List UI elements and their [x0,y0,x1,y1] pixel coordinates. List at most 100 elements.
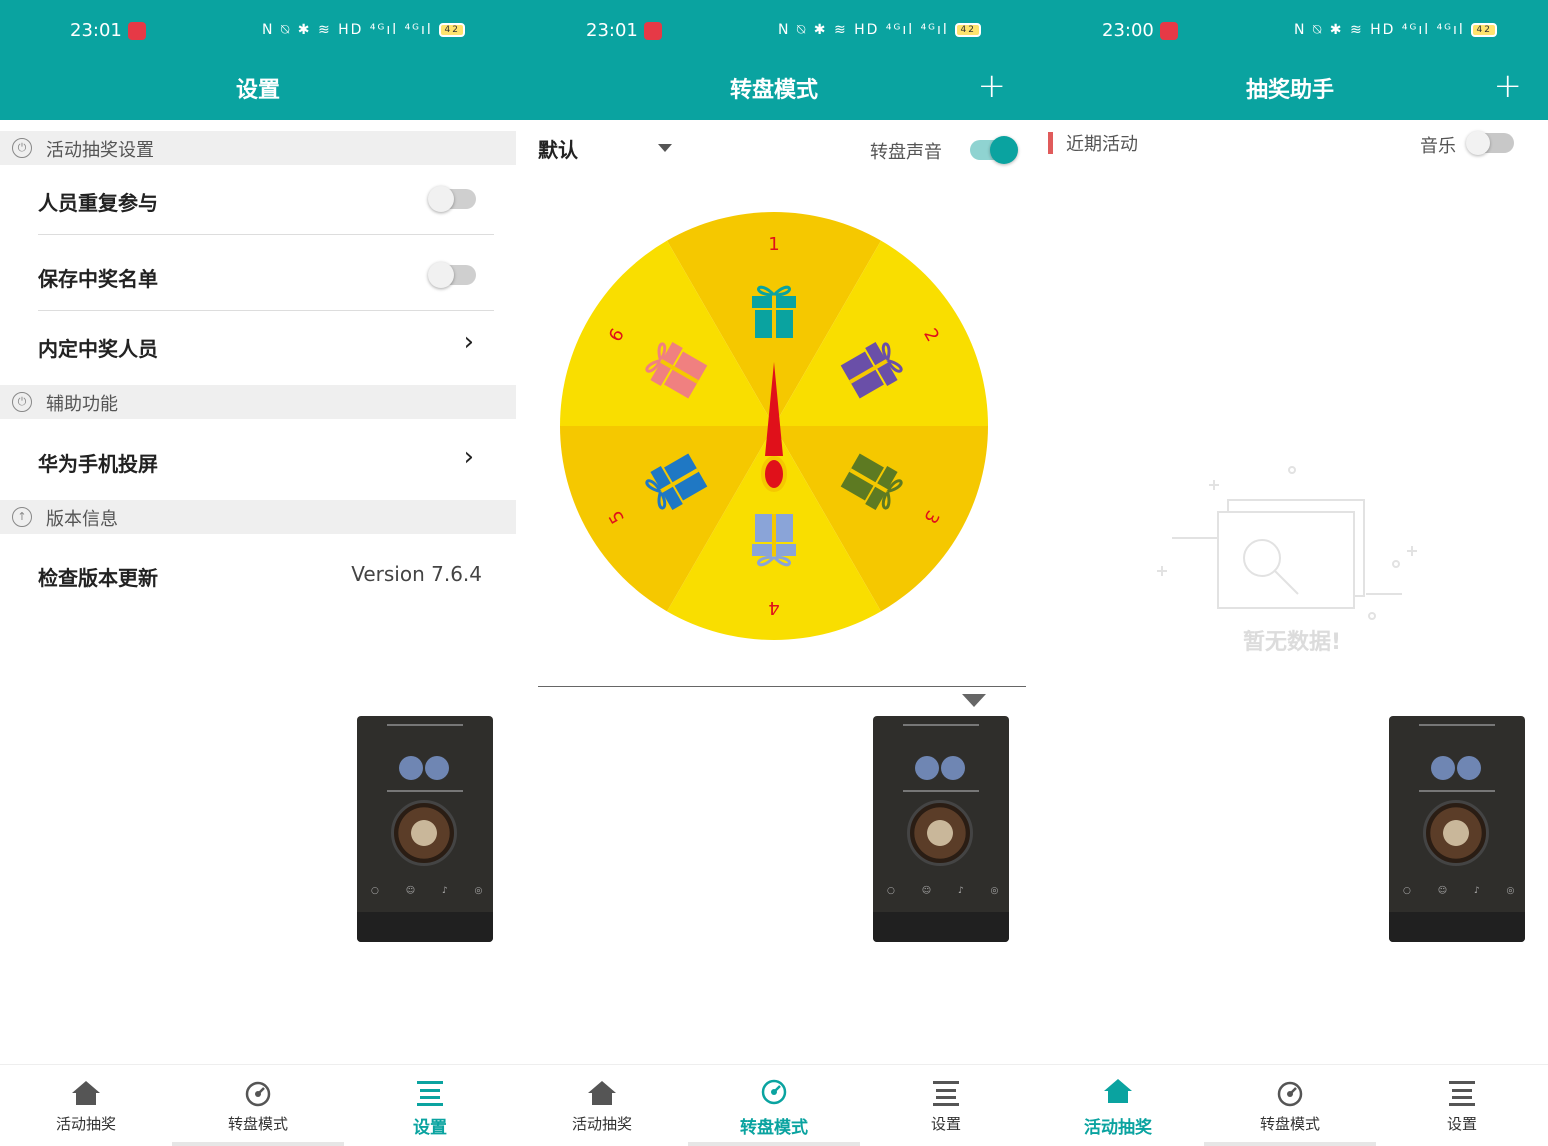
wheel-icon [1277,1081,1303,1107]
status-icons-text: N ⍉ ✱ ≋ HD ⁴ᴳıl ⁴ᴳıl [1294,22,1465,38]
gesture-bar [688,1142,860,1146]
floating-video-thumbnail[interactable]: ○ ☺ ♪ ◎ ⋮ [873,716,1009,942]
add-button[interactable]: + [1494,66,1523,106]
section-lottery-settings: ⏻ 活动抽奖设置 [0,131,516,165]
status-time: 23:01 [586,20,638,41]
music-disc-image [907,800,973,866]
dropdown-arrow-icon[interactable] [658,144,672,152]
notification-app-icon [128,22,146,40]
thumb-controls: ○ ☺ ♪ ◎ ⋮ [1403,886,1525,896]
setting-label: 保存中奖名单 [38,267,158,291]
version-text: Version 7.6.4 [351,562,482,586]
app-bar: 转盘模式 + [516,62,1032,120]
wheel-icon [761,1079,787,1105]
section-aux: ⏻ 辅助功能 [0,385,516,419]
bottom-nav: 活动抽奖 转盘模式 设置 [1032,1064,1548,1146]
status-icons: N ⍉ ✱ ≋ HD ⁴ᴳıl ⁴ᴳıl 42 [1294,22,1498,38]
add-button[interactable]: + [978,66,1007,106]
power-icon: ⏻ [12,392,32,412]
nav-home[interactable]: 活动抽奖 [542,1077,662,1134]
nav-label: 设置 [930,1115,961,1133]
thumb-avatars [915,756,967,782]
nav-label: 活动抽奖 [571,1115,632,1133]
nav-wheel[interactable]: 转盘模式 [1230,1077,1350,1134]
bottom-nav: 活动抽奖 转盘模式 设置 [0,1064,516,1146]
battery-icon: 42 [955,23,982,37]
wheel-sound-toggle[interactable] [970,136,1018,164]
toggle-knob [990,136,1018,164]
music-toggle[interactable] [1466,131,1514,155]
battery-icon: 42 [439,23,466,37]
nav-wheel[interactable]: 转盘模式 [714,1077,834,1138]
status-time: 23:01 [70,20,122,41]
nav-label: 设置 [1446,1115,1477,1133]
thumb-line [387,790,463,792]
setting-check-update[interactable]: 检查版本更新 Version 7.6.4 [38,540,494,610]
floating-video-thumbnail[interactable]: ○ ☺ ♪ ◎ ⋮ [357,716,493,942]
nav-label: 转盘模式 [227,1115,288,1133]
thumb-avatars [1431,756,1483,782]
repeat-participation-toggle[interactable] [428,186,476,212]
lottery-wheel[interactable]: 123456 [558,210,990,642]
setting-huawei-cast[interactable]: 华为手机投屏 › [38,426,494,496]
toggle-knob [428,262,454,288]
section-label: 活动抽奖设置 [46,140,154,161]
notification-app-icon [1160,22,1178,40]
wheel-screen: 23:01 N ⍉ ✱ ≋ HD ⁴ᴳıl ⁴ᴳıl 42 转盘模式 + 默认 … [516,0,1032,1146]
nav-wheel[interactable]: 转盘模式 [198,1077,318,1134]
nav-home[interactable]: 活动抽奖 [26,1077,146,1134]
bottom-nav: 活动抽奖 转盘模式 设置 [516,1064,1032,1146]
setting-save-winners: 保存中奖名单 [38,241,494,311]
nav-label: 活动抽奖 [55,1115,116,1133]
music-disc-image [1423,800,1489,866]
setting-designated-winners[interactable]: 内定中奖人员 › [38,311,494,381]
home-icon [1104,1079,1132,1103]
thumb-line [1419,790,1495,792]
floating-video-thumbnail[interactable]: ○ ☺ ♪ ◎ ⋮ [1389,716,1525,942]
status-bar: 23:00 N ⍉ ✱ ≋ HD ⁴ᴳıl ⁴ᴳıl 42 [1032,0,1548,62]
chevron-right-icon: › [463,442,474,472]
recent-label: 近期活动 [1066,134,1138,155]
nav-label: 转盘模式 [1259,1115,1320,1133]
preset-dropdown[interactable]: 默认 [538,134,578,163]
empty-state: 暂无数据! [1152,460,1432,660]
app-bar: 设置 [0,62,516,120]
segment-number: 1 [768,234,779,255]
gesture-bar [172,1142,344,1146]
nav-home[interactable]: 活动抽奖 [1058,1077,1178,1138]
status-time: 23:00 [1102,20,1154,41]
nav-label: 活动抽奖 [1084,1118,1152,1138]
status-bar: 23:01 N ⍉ ✱ ≋ HD ⁴ᴳıl ⁴ᴳıl 42 [0,0,516,62]
music-disc-image [391,800,457,866]
nav-settings[interactable]: 设置 [370,1077,490,1138]
music-label: 音乐 [1420,136,1456,157]
wheel-sound-label: 转盘声音 [870,142,942,163]
chevron-right-icon: › [463,327,474,357]
app-bar: 抽奖助手 + [1032,62,1548,120]
thumb-controls: ○ ☺ ♪ ◎ ⋮ [887,886,1009,896]
power-icon: ⏻ [12,138,32,158]
setting-repeat-participation: 人员重复参与 [38,165,494,235]
nav-label: 转盘模式 [740,1118,808,1138]
section-label: 版本信息 [46,509,118,530]
thumb-bottom-bar [1389,912,1525,942]
nav-settings[interactable]: 设置 [886,1077,1006,1134]
setting-label: 检查版本更新 [38,566,158,590]
thumb-line [903,790,979,792]
thumb-line [1419,724,1495,726]
thumb-line [903,724,979,726]
segment-number: 4 [768,597,779,618]
status-icons-text: N ⍉ ✱ ≋ HD ⁴ᴳıl ⁴ᴳıl [778,22,949,38]
thumb-bottom-bar [873,912,1009,942]
home-icon [588,1081,616,1105]
expand-arrow-icon[interactable] [962,694,986,707]
toggle-knob [428,186,454,212]
settings-screen: 23:01 N ⍉ ✱ ≋ HD ⁴ᴳıl ⁴ᴳıl 42 设置 ⏻ 活动抽奖设… [0,0,516,1146]
battery-icon: 42 [1471,23,1498,37]
status-bar: 23:01 N ⍉ ✱ ≋ HD ⁴ᴳıl ⁴ᴳıl 42 [516,0,1032,62]
gesture-bar [1204,1142,1376,1146]
save-winners-toggle[interactable] [428,262,476,288]
assistant-screen: 23:00 N ⍉ ✱ ≋ HD ⁴ᴳıl ⁴ᴳıl 42 抽奖助手 + 近期活… [1032,0,1548,1146]
page-title: 设置 [235,78,280,103]
nav-settings[interactable]: 设置 [1402,1077,1522,1134]
